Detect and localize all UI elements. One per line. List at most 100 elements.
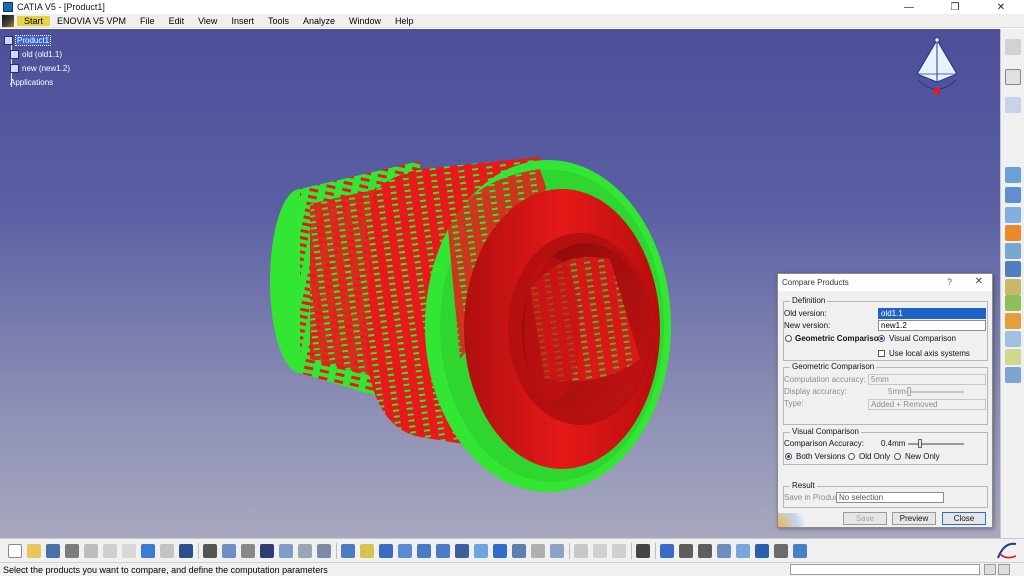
maximize-button[interactable]: ❐: [932, 0, 978, 14]
formula-icon[interactable]: [203, 543, 217, 558]
fly-mode-icon[interactable]: [341, 543, 355, 558]
previous-icon[interactable]: [679, 543, 693, 558]
open-folder-icon[interactable]: [27, 543, 41, 558]
save-icon[interactable]: [46, 543, 60, 558]
toolbar-grip-icon[interactable]: [1005, 39, 1021, 55]
both-versions-radio[interactable]: [785, 453, 792, 460]
copy-paste-special-icon[interactable]: [793, 543, 807, 558]
selection-sets-icon[interactable]: [736, 543, 750, 558]
new-document-icon[interactable]: [8, 543, 22, 558]
new-only-label: New Only: [905, 452, 940, 461]
product-structure-icon[interactable]: [279, 543, 293, 558]
whats-this-icon[interactable]: [179, 543, 193, 558]
compass-snap-icon[interactable]: [660, 543, 674, 558]
catia-menu-icon[interactable]: [2, 14, 14, 27]
cut-icon[interactable]: [84, 543, 98, 558]
type-label: Type:: [784, 399, 804, 408]
menu-start[interactable]: Start: [17, 15, 51, 26]
save-button[interactable]: Save: [843, 512, 887, 525]
constraint-icon[interactable]: [1005, 279, 1021, 295]
graph-tree-icon[interactable]: [755, 543, 769, 558]
menu-window[interactable]: Window: [342, 16, 388, 26]
menu-tools[interactable]: Tools: [261, 16, 296, 26]
save-in-product-field[interactable]: No selection: [836, 492, 944, 503]
view-mode-icon[interactable]: [1005, 97, 1021, 113]
create-view-icon[interactable]: [474, 543, 488, 558]
fix-component-icon[interactable]: [1005, 295, 1021, 311]
comparison-accuracy-slider-thumb[interactable]: [918, 439, 922, 448]
menu-edit[interactable]: Edit: [162, 16, 192, 26]
display-accuracy-slider-thumb[interactable]: [907, 387, 911, 396]
comparison-accuracy-slider[interactable]: [908, 443, 964, 445]
explode-icon[interactable]: [1005, 243, 1021, 259]
visual-comparison-radio[interactable]: [878, 335, 885, 342]
iso-view-icon[interactable]: [493, 543, 507, 558]
pan-icon[interactable]: [379, 543, 393, 558]
print-icon[interactable]: [65, 543, 79, 558]
copy-icon[interactable]: [103, 543, 117, 558]
bill-of-material-icon[interactable]: [1005, 367, 1021, 383]
law-icon[interactable]: [241, 543, 255, 558]
swap-space-icon[interactable]: [550, 543, 564, 558]
menu-enovia[interactable]: ENOVIA V5 VPM: [50, 16, 133, 26]
computation-accuracy-field[interactable]: 5mm: [868, 374, 986, 385]
send-to-icon[interactable]: [593, 543, 607, 558]
menu-view[interactable]: View: [191, 16, 224, 26]
old-version-field[interactable]: old1.1: [878, 308, 986, 319]
select-arrow-icon[interactable]: [1005, 69, 1021, 85]
rotate-icon[interactable]: [398, 543, 412, 558]
computation-accuracy-label: Computation accuracy:: [784, 375, 866, 384]
zoom-out-icon[interactable]: [436, 543, 450, 558]
menu-analyze[interactable]: Analyze: [296, 16, 342, 26]
dialog-close-icon[interactable]: ✕: [975, 276, 983, 287]
catalog-icon[interactable]: [260, 543, 274, 558]
help-icon[interactable]: ?: [947, 277, 952, 287]
menu-insert[interactable]: Insert: [224, 16, 261, 26]
next-icon[interactable]: [698, 543, 712, 558]
measure-icon[interactable]: [1005, 349, 1021, 365]
search-icon[interactable]: [717, 543, 731, 558]
multi-instantiate-icon[interactable]: [317, 543, 331, 558]
minimize-button[interactable]: —: [886, 0, 932, 14]
dialog-title-bar: Compare Products ? ✕: [778, 274, 992, 291]
hide-show-icon[interactable]: [531, 543, 545, 558]
local-axis-checkbox[interactable]: [878, 350, 885, 357]
annotation-icon[interactable]: [1005, 313, 1021, 329]
knowledge-icon[interactable]: [222, 543, 236, 558]
type-select[interactable]: Added + Removed: [868, 399, 986, 410]
compass-icon[interactable]: [910, 36, 964, 104]
zoom-in-icon[interactable]: [417, 543, 431, 558]
display-accuracy-slider[interactable]: [906, 391, 964, 393]
redo-icon[interactable]: [160, 543, 174, 558]
menu-help[interactable]: Help: [388, 16, 421, 26]
close-button[interactable]: Close: [942, 512, 986, 525]
fit-all-icon[interactable]: [360, 543, 374, 558]
close-window-button[interactable]: ✕: [978, 0, 1024, 14]
paste-icon[interactable]: [122, 543, 136, 558]
sectioning-icon[interactable]: [1005, 331, 1021, 347]
hierarchy-icon[interactable]: [298, 543, 312, 558]
undo-icon[interactable]: [141, 543, 155, 558]
camera-icon[interactable]: [636, 543, 650, 558]
status-button-pause-icon[interactable]: [998, 564, 1010, 575]
properties-icon[interactable]: [774, 543, 788, 558]
new-only-radio[interactable]: [894, 453, 901, 460]
both-versions-label: Both Versions: [796, 452, 846, 461]
normal-view-icon[interactable]: [455, 543, 469, 558]
link-icon[interactable]: [612, 543, 626, 558]
clash-icon[interactable]: [1005, 261, 1021, 277]
manipulation-icon[interactable]: [1005, 225, 1021, 241]
menu-file[interactable]: File: [133, 16, 162, 26]
geometric-comparison-radio[interactable]: [785, 335, 792, 342]
preview-button[interactable]: Preview: [892, 512, 936, 525]
shading-icon[interactable]: [512, 543, 526, 558]
status-button-stop-icon[interactable]: [984, 564, 996, 575]
collaboration-icon[interactable]: [574, 543, 588, 558]
replace-component-icon[interactable]: [1005, 207, 1021, 223]
new-version-field[interactable]: new1.2: [878, 320, 986, 331]
dialog-title: Compare Products: [782, 278, 849, 287]
command-input[interactable]: [790, 564, 980, 575]
old-only-radio[interactable]: [848, 453, 855, 460]
existing-component-icon[interactable]: [1005, 187, 1021, 203]
product-component-icon[interactable]: [1005, 167, 1021, 183]
